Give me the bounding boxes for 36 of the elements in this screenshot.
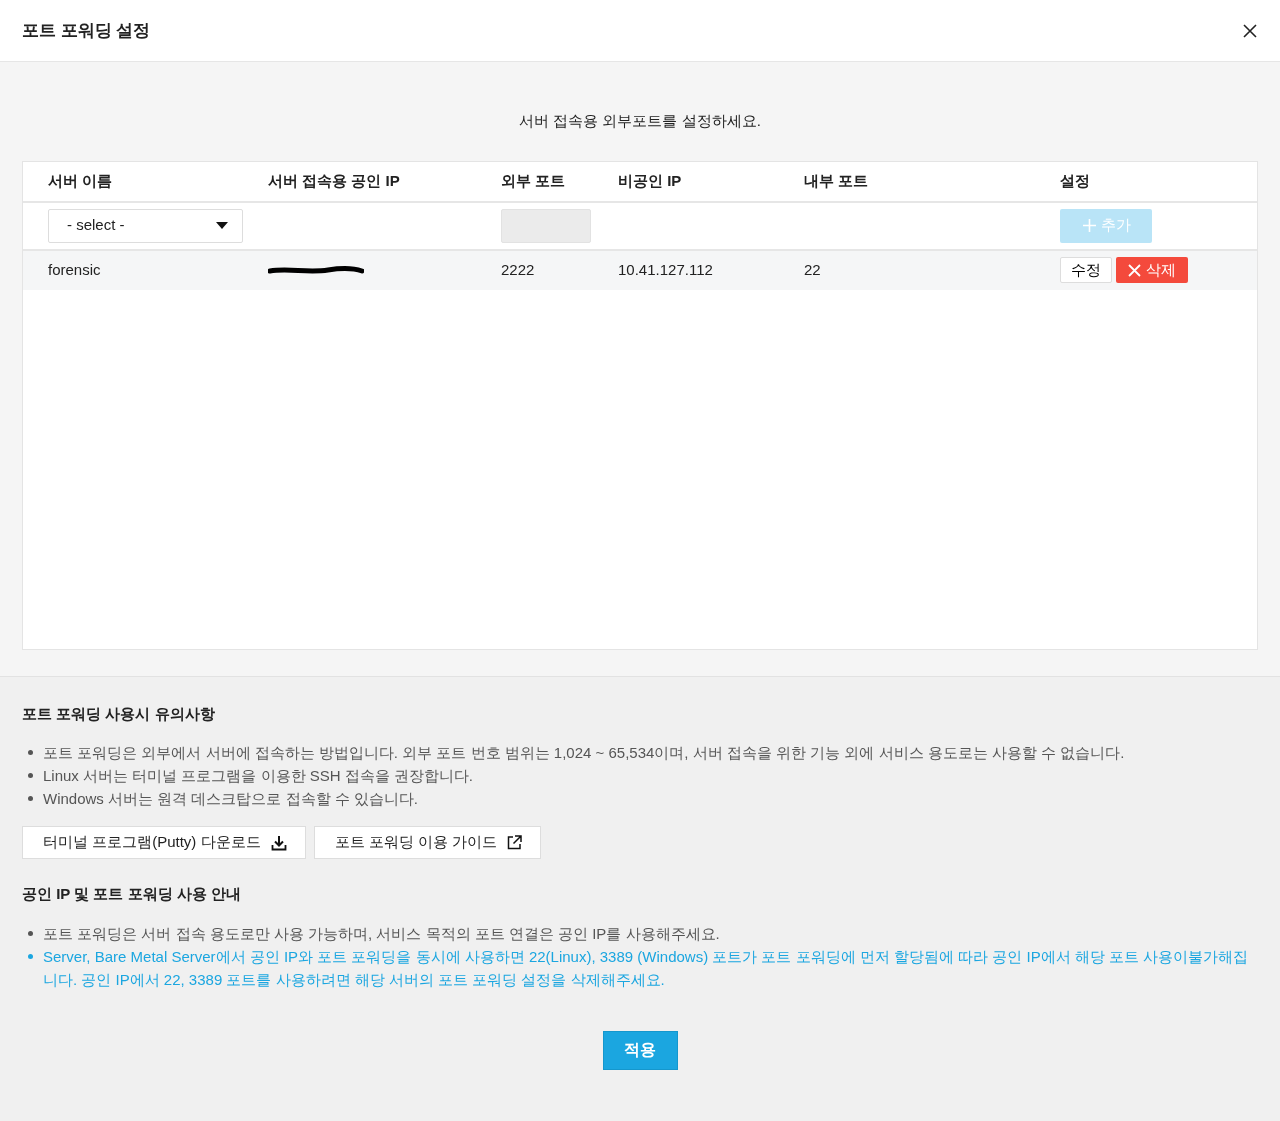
table-cell: 2222 (501, 260, 535, 278)
note-text: Server, Bare Metal Server에서 공인 IP와 포트 포워딩을 동시에 사용하면 22(Linux), 3389 (Windows) 포트가 포트 포워딩에 먼저 할당됨에 따라 공인 IP에서 해당 포트 사용이불가해집니다. 공인 IP에서 22, 3389 포트를 사용하려면 해당 서버의 포트 포워딩 설정을 삭제해주세요. (43, 946, 1250, 990)
section-title: 공인 IP 및 포트 포워딩 사용 안내 (22, 884, 242, 904)
close-icon[interactable] (1242, 22, 1258, 39)
dropdown-caret-icon (216, 221, 228, 230)
column-header: 서버 이름 (48, 171, 113, 189)
table-cell: 10.41.127.112 (618, 260, 713, 278)
bullet-icon (28, 796, 33, 801)
external-port-field[interactable] (501, 208, 591, 243)
column-header: 외부 포트 (501, 171, 566, 189)
link-button[interactable]: 터미널 프로그램(Putty) 다운로드 (22, 826, 306, 859)
server-select[interactable]: - select - (48, 208, 243, 243)
table-cell: 22 (804, 260, 821, 278)
instruction-text: 서버 접속용 외부포트를 설정하세요. (519, 112, 761, 129)
window-title: 포트 포워딩 설정 (22, 19, 151, 42)
external-link-icon (507, 835, 523, 850)
column-header: 비공인 IP (618, 171, 682, 189)
download-icon (270, 834, 287, 851)
column-header: 설정 (1060, 171, 1090, 189)
edit-button[interactable]: 수정 (1060, 257, 1112, 283)
column-header: 내부 포트 (804, 171, 869, 189)
plus-icon (1081, 218, 1097, 233)
bullet-icon (28, 773, 33, 778)
note-text: 포트 포워딩은 외부에서 서버에 접속하는 방법입니다. 외부 포트 번호 범위는 1,024 ~ 65,534이며, 서버 접속을 위한 기능 외에 서비스 용도로는 사용할 수 없습니다. (43, 743, 1125, 763)
bullet-icon (28, 953, 33, 959)
delete-button[interactable]: 삭제 (1116, 257, 1188, 283)
table-cell: forensic (48, 260, 101, 278)
close-icon (1128, 263, 1141, 277)
column-header: 서버 접속용 공인 IP (268, 171, 400, 189)
note-text: Linux 서버는 터미널 프로그램을 이용한 SSH 접속을 권장합니다. (43, 766, 474, 786)
bullet-icon (28, 750, 33, 755)
link-button[interactable]: 포트 포워딩 이용 가이드 (313, 826, 542, 859)
bullet-icon (28, 930, 33, 936)
section-title: 포트 포워딩 사용시 유의사항 (22, 703, 216, 724)
note-text: Windows 서버는 원격 데스크탑으로 접속할 수 있습니다. (43, 789, 419, 809)
note-text: 포트 포워딩은 서버 접속 용도로만 사용 가능하며, 서비스 목적의 포트 연결은 공인 IP를 사용해주세요. (43, 923, 720, 944)
